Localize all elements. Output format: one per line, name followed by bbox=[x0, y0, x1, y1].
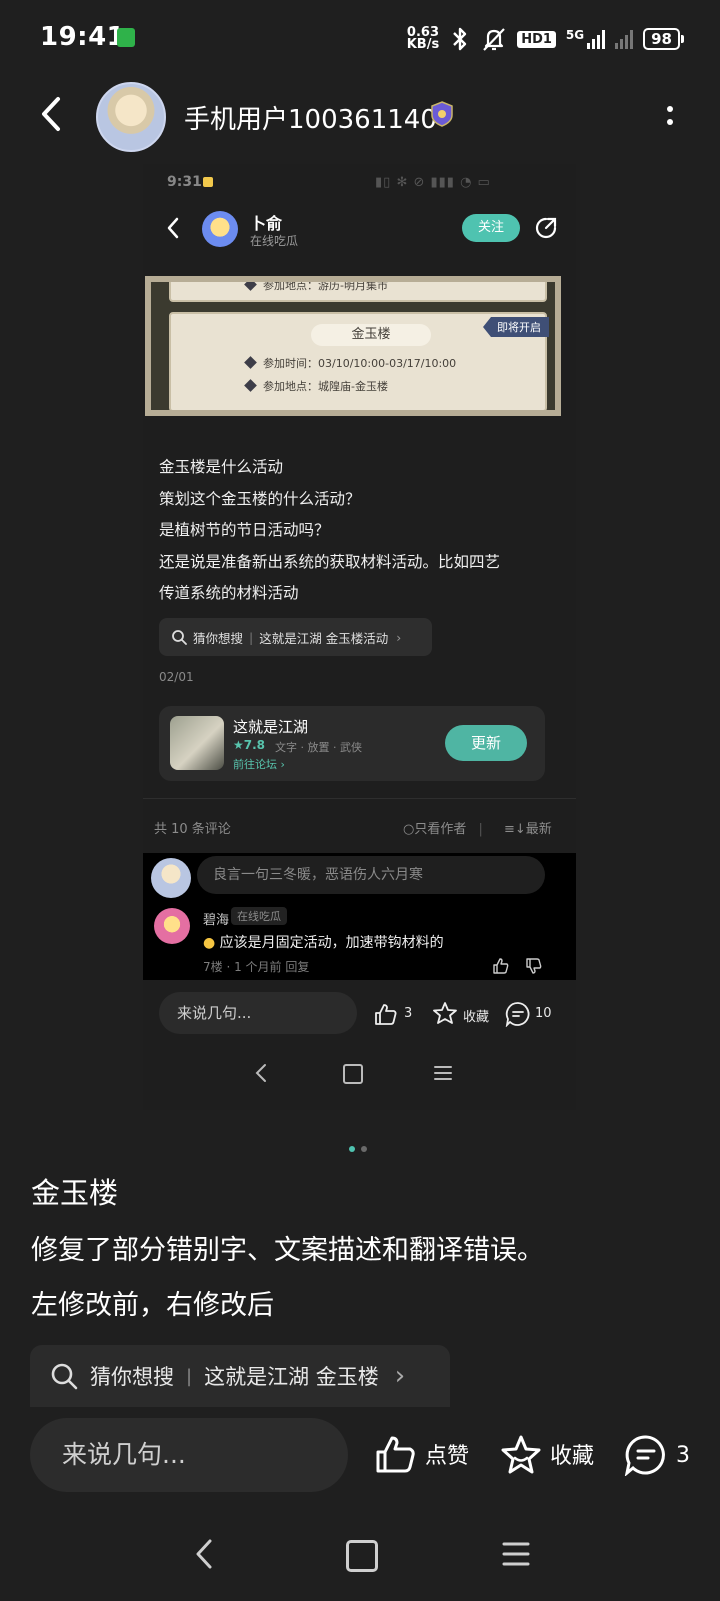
post-image[interactable]: 9:31 ▮▯ ✻ ⊘ ▮▮▮ ◔ ▭ 卜俞 在线吃瓜 关注 参加地点：游历-明… bbox=[143, 164, 576, 1110]
embed-author-only-filter: ○只看作者 | bbox=[403, 822, 483, 837]
like-label: 点赞 bbox=[425, 1444, 470, 1469]
embed-follow-button: 关注 bbox=[462, 214, 520, 242]
embed-comment-text: ● 应该是月固定活动，加速带钩材料的 bbox=[203, 935, 444, 951]
network-speed: 0.63 KB/s bbox=[406, 25, 440, 52]
embed-commenter-tag: 在线吃瓜 bbox=[231, 907, 287, 925]
embed-avatar bbox=[202, 211, 238, 247]
embed-star-icon bbox=[433, 1002, 457, 1024]
embed-author-subtitle: 在线吃瓜 bbox=[250, 234, 299, 248]
search-icon bbox=[51, 1363, 78, 1390]
embed-my-avatar bbox=[151, 858, 191, 898]
embed-search-suggest: 猜你想搜 | 这就是江湖 金玉楼活动 › bbox=[159, 618, 432, 656]
game-update-button: 更新 bbox=[445, 725, 527, 761]
embed-author-name: 卜俞 bbox=[250, 214, 283, 233]
embed-fav-label: 收藏 bbox=[463, 1010, 490, 1025]
embed-like-count: 3 bbox=[404, 1006, 413, 1021]
status-indicators: 0.63 KB/s HD1 5G 98 bbox=[406, 24, 684, 54]
comment-count: 3 bbox=[676, 1442, 690, 1468]
hd-badge: HD1 bbox=[517, 30, 556, 48]
game-tags: 文字 · 放置 · 武侠 bbox=[275, 741, 362, 754]
embed-post-date: 02/01 bbox=[159, 670, 194, 684]
back-arrow-icon[interactable] bbox=[36, 94, 66, 134]
search-icon bbox=[172, 630, 187, 645]
carousel-dot-active bbox=[349, 1146, 355, 1152]
badge-icon bbox=[431, 101, 453, 127]
search-query: 这就是江湖 金玉楼 bbox=[204, 1365, 379, 1389]
embed-sort-latest: ≡↓最新 bbox=[504, 822, 552, 837]
radio-circle-icon: ○ bbox=[403, 822, 415, 837]
game-name: 这就是江湖 bbox=[233, 718, 309, 736]
star-icon bbox=[501, 1435, 541, 1474]
signal-bars-secondary-icon bbox=[615, 29, 634, 49]
nav-menu-icon[interactable] bbox=[502, 1540, 530, 1568]
game-app-icon bbox=[170, 716, 224, 770]
comment-button[interactable]: 3 bbox=[624, 1434, 690, 1476]
embed-comment-input: 良言一句三冬暖，恶语伤人六月寒 bbox=[197, 856, 545, 894]
app-notification-icon bbox=[117, 28, 135, 47]
username[interactable]: 手机用户100361140 bbox=[184, 99, 437, 136]
embed-nav-back-icon bbox=[255, 1064, 266, 1082]
battery-indicator: 98 bbox=[643, 28, 684, 50]
carousel-indicator bbox=[349, 1146, 367, 1152]
post-body-line: 左修改前，右修改后 bbox=[31, 1290, 274, 1321]
nav-back-icon[interactable] bbox=[194, 1538, 214, 1570]
embed-game-card: 这就是江湖 ★7.8 文字 · 放置 · 武侠 前往论坛 › 更新 bbox=[159, 706, 545, 781]
embed-post-body: 金玉楼是什么活动 策划这个金玉楼的什么活动？ 是植树节的节日活动吗？ 还是说是准… bbox=[159, 458, 501, 602]
embed-back-icon bbox=[167, 217, 179, 239]
game-forum-link: 前往论坛 › bbox=[233, 758, 285, 771]
favorite-label: 收藏 bbox=[550, 1444, 595, 1469]
embed-nav-home-icon bbox=[343, 1064, 363, 1084]
thumbs-up-icon bbox=[376, 1436, 415, 1473]
divider bbox=[143, 798, 576, 799]
sort-icon: ≡↓ bbox=[504, 822, 526, 837]
game-rating: ★7.8 bbox=[233, 738, 266, 752]
chevron-right-icon: › bbox=[394, 1361, 406, 1391]
embed-commenter-avatar bbox=[154, 908, 190, 944]
comment-input[interactable]: 来说几句... bbox=[30, 1418, 348, 1492]
more-vertical-icon[interactable] bbox=[660, 100, 680, 130]
comment-bubble-icon bbox=[624, 1435, 665, 1476]
favorite-button[interactable]: 收藏 bbox=[500, 1434, 594, 1474]
embed-game-screenshot: 参加地点：游历-明月集市 金玉楼 即将开启 参加时间：03/10/10:00-0… bbox=[145, 276, 561, 416]
embed-commenter-name: 碧海 bbox=[203, 913, 230, 928]
embed-comments-section: 良言一句三冬暖，恶语伤人六月寒 碧海 在线吃瓜 ● 应该是月固定活动，加速带钩材… bbox=[143, 853, 576, 980]
embed-comment-icon bbox=[505, 1002, 530, 1027]
bell-muted-icon bbox=[483, 28, 505, 51]
post-title: 金玉楼 bbox=[31, 1176, 119, 1210]
embed-comment-meta: 7楼 · 1 个月前 回复 bbox=[203, 960, 310, 974]
like-button[interactable]: 点赞 bbox=[375, 1434, 469, 1474]
emoji-icon: ● bbox=[203, 935, 216, 951]
game-frame bbox=[145, 276, 561, 416]
search-prefix: 猜你想搜 bbox=[90, 1365, 174, 1389]
embed-comment-count-bottom: 10 bbox=[535, 1006, 552, 1021]
post-body-line: 修复了部分错别字、文案描述和翻译错误。 bbox=[31, 1235, 544, 1266]
nav-home-icon[interactable] bbox=[346, 1540, 378, 1572]
bluetooth-icon bbox=[453, 27, 467, 51]
thumbs-up-icon bbox=[493, 958, 509, 974]
embed-share-icon bbox=[535, 217, 557, 239]
status-time: 19:41 bbox=[40, 22, 126, 52]
avatar[interactable] bbox=[96, 82, 166, 152]
embed-status-app-icon bbox=[203, 177, 213, 187]
signal-5g: 5G bbox=[566, 29, 606, 49]
search-suggestion[interactable]: 猜你想搜 | 这就是江湖 金玉楼 › bbox=[30, 1345, 450, 1407]
thumbs-down-icon bbox=[526, 958, 542, 974]
carousel-dot bbox=[361, 1146, 367, 1152]
chevron-right-icon: › bbox=[396, 629, 402, 645]
embed-comment-count: 共 10 条评论 bbox=[154, 822, 231, 837]
embed-nav-menu-icon bbox=[434, 1066, 452, 1080]
embed-status-indicators: ▮▯ ✻ ⊘ ▮▮▮ ◔ ▭ bbox=[375, 175, 491, 190]
signal-bars-icon bbox=[587, 29, 606, 49]
embed-bottom-input: 来说几句... bbox=[159, 992, 357, 1034]
embed-like-icon bbox=[375, 1004, 397, 1025]
embed-status-time: 9:31 bbox=[167, 174, 202, 190]
